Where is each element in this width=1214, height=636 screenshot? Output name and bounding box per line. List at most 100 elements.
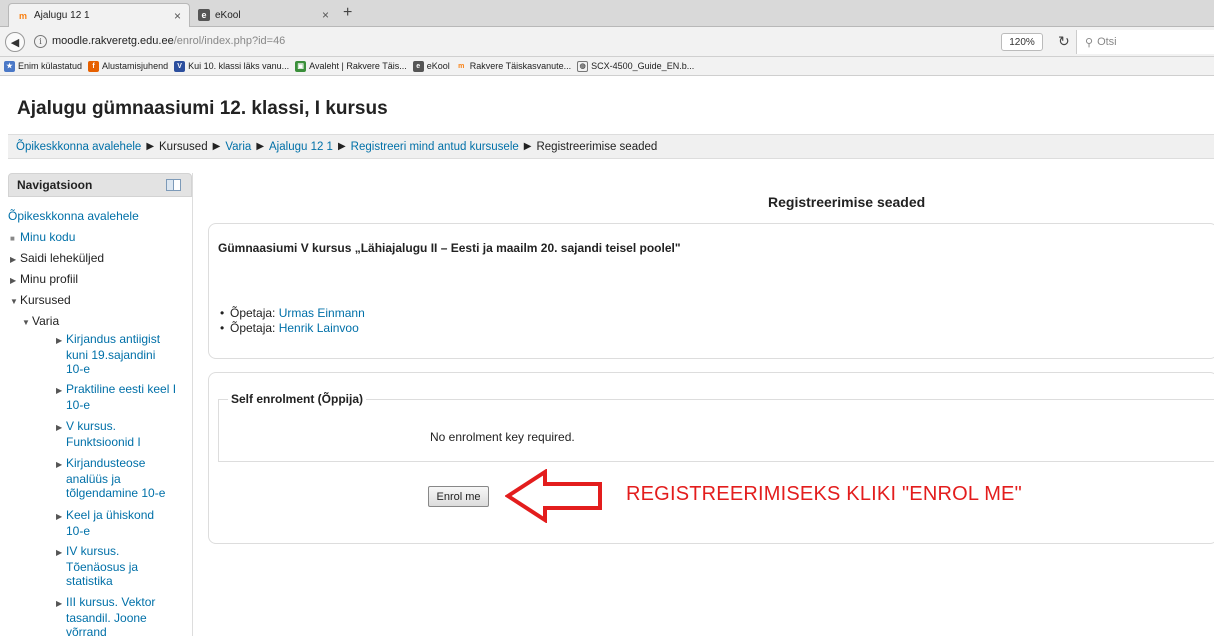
nav-line: 10-e: [66, 398, 91, 412]
close-icon[interactable]: ×: [174, 9, 181, 23]
nav-label: Kursused: [20, 293, 71, 307]
navigation-title: Navigatsioon: [17, 178, 93, 192]
annotation-text: REGISTREERIMISEKS KLIKI "ENROL ME": [626, 483, 1022, 505]
new-tab-button[interactable]: +: [343, 4, 352, 22]
nav-link[interactable]: Keel ja ühiskond 10-e: [56, 508, 154, 538]
bookmark-label: Enim külastatud: [18, 61, 83, 71]
browser-nav-bar: ◀ i moodle.rakveretg.edu.ee/enrol/index.…: [0, 27, 1214, 57]
breadcrumb-link[interactable]: Õpikeskkonna avalehele: [16, 141, 141, 153]
nav-link[interactable]: V kursus. Funktsioonid I: [56, 419, 141, 449]
ekool-icon: e: [412, 60, 424, 72]
bookmark-item[interactable]: V Kui 10. klassi läks vanu...: [174, 60, 289, 72]
breadcrumb-link[interactable]: Registreeri mind antud kursusele: [351, 141, 519, 153]
self-enrolment-legend: Self enrolment (Õppija): [228, 392, 367, 406]
nav-line: tõlgendamine 10-e: [66, 486, 166, 500]
teacher-role: Õpetaja:: [230, 321, 276, 335]
nav-item-home[interactable]: Õpikeskkonna avalehele: [8, 209, 139, 223]
bookmark-item[interactable]: ★ Enim külastatud: [4, 60, 83, 72]
nav-line: tasandil. Joone: [66, 611, 147, 625]
expand-icon: ▶: [10, 255, 17, 264]
tab-ekool[interactable]: e eKool ×: [190, 3, 337, 27]
expand-icon: ▶: [10, 276, 17, 285]
moodle-icon: m: [458, 62, 465, 70]
breadcrumb-link[interactable]: Varia: [225, 141, 251, 153]
collapse-icon: ▼: [10, 297, 18, 306]
bookmark-item[interactable]: e eKool: [412, 60, 450, 72]
nav-link[interactable]: Kirjandus antiigist kuni 19.sajandini 10-e: [56, 332, 160, 376]
navigation-block: Navigatsioon Õpikeskkonna avalehele ■ Min…: [8, 173, 193, 636]
moodle-icon: m: [18, 10, 27, 21]
breadcrumb-current: Registreerimise seaded: [536, 140, 658, 153]
nav-line: Kirjandusteose: [66, 456, 146, 470]
nav-line: kuni 19.sajandini: [66, 348, 156, 362]
expand-icon: ▶: [56, 512, 63, 521]
bookmark-item[interactable]: f Alustamisjuhend: [88, 60, 169, 72]
bookmark-item[interactable]: ◍ SCX-4500_Guide_EN.b...: [577, 60, 695, 72]
nav-line: Tõenäosus ja: [66, 560, 139, 574]
nav-line: 10-e: [66, 524, 91, 538]
bookmark-label: eKool: [426, 61, 450, 71]
nav-course-item[interactable]: ▶ Kirjandusteose analüüs ja tõlgendamine 10…: [56, 456, 165, 500]
teacher-item: • Õpetaja: Urmas Einmann: [220, 306, 365, 320]
nav-line: Kirjandus antiigist: [66, 332, 161, 346]
browser-tab-bar: m Ajalugu 12 1 × e eKool × +: [0, 0, 1214, 27]
url-host: moodle.rakveretg.edu.ee: [52, 35, 174, 47]
expand-icon: ▶: [56, 599, 63, 608]
nav-item-site-pages[interactable]: ▶ Saidi leheküljed: [10, 251, 104, 267]
nav-course-item[interactable]: ▶ IV kursus. Tõenäosus ja statistika: [56, 544, 138, 588]
dock-icon[interactable]: [166, 179, 181, 191]
annotation-arrow-icon: [505, 469, 602, 523]
breadcrumb-text: Kursused: [159, 140, 208, 153]
tab-ajalugu[interactable]: m Ajalugu 12 1 ×: [8, 3, 190, 27]
teacher-link[interactable]: Henrik Lainvoo: [279, 321, 359, 335]
nav-course-item[interactable]: ▶ V kursus. Funktsioonid I: [56, 419, 141, 449]
bookmark-item[interactable]: ▣ Avaleht | Rakvere Täis...: [295, 60, 407, 72]
bookmark-label: Rakvere Täiskasvanute...: [469, 61, 572, 71]
nav-link[interactable]: IV kursus. Tõenäosus ja statistika: [56, 544, 138, 588]
back-button[interactable]: ◀: [5, 32, 25, 52]
bookmark-label: SCX-4500_Guide_EN.b...: [591, 61, 695, 71]
bullet-icon: ■: [10, 234, 15, 243]
info-icon[interactable]: i: [34, 35, 47, 48]
breadcrumb-link[interactable]: Ajalugu 12 1: [269, 141, 333, 153]
nav-link[interactable]: Õpikeskkonna avalehele: [8, 209, 139, 223]
nav-label: Saidi leheküljed: [20, 251, 105, 265]
search-input[interactable]: ⚲ Otsi: [1076, 30, 1214, 54]
nav-item-courses[interactable]: ▼ Kursused: [10, 293, 71, 309]
nav-item-my-home[interactable]: ■ Minu kodu: [10, 230, 75, 246]
nav-link[interactable]: III kursus. Vektor tasandil. Joone võrrand: [56, 595, 155, 636]
zoom-level[interactable]: 120%: [1001, 33, 1043, 51]
tab-title: Ajalugu 12 1: [34, 10, 90, 21]
nav-link[interactable]: Kirjandusteose analüüs ja tõlgendamine 10-…: [56, 456, 165, 500]
bullet-icon: •: [220, 321, 225, 335]
nav-link[interactable]: Praktiline eesti keel I 10-e: [56, 382, 176, 412]
breadcrumb-separator-icon: ▶: [523, 141, 532, 152]
nav-course-item[interactable]: ▶ Praktiline eesti keel I 10-e: [56, 382, 176, 412]
nav-line: IV kursus.: [66, 544, 120, 558]
breadcrumb-separator-icon: ▶: [256, 141, 265, 152]
enrol-me-button[interactable]: Enrol me: [428, 486, 489, 507]
nav-item-varia[interactable]: ▼ Varia: [22, 314, 59, 330]
reload-icon[interactable]: ↻: [1058, 33, 1070, 50]
nav-link[interactable]: Minu kodu: [20, 230, 75, 244]
course-summary: Gümnaasiumi V kursus „Lähiajalugu II – E…: [218, 241, 681, 255]
close-icon[interactable]: ×: [322, 8, 329, 22]
bookmark-label: Alustamisjuhend: [102, 61, 169, 71]
nav-item-my-profile[interactable]: ▶ Minu profiil: [10, 272, 78, 288]
nav-course-item[interactable]: ▶ Kirjandus antiigist kuni 19.sajandini 10-…: [56, 332, 160, 376]
teacher-link[interactable]: Urmas Einmann: [279, 306, 365, 320]
nav-line: Keel ja ühiskond: [66, 508, 155, 522]
url-field[interactable]: moodle.rakveretg.edu.ee/enrol/index.php?…: [52, 35, 285, 47]
nav-line: Praktiline eesti keel I: [66, 382, 177, 396]
nav-line: III kursus. Vektor: [66, 595, 156, 609]
page-title: Ajalugu gümnaasiumi 12. klassi, I kursus: [17, 98, 388, 119]
nav-course-item[interactable]: ▶ Keel ja ühiskond 10-e: [56, 508, 154, 538]
expand-icon: ▶: [56, 548, 63, 557]
teacher-item: • Õpetaja: Henrik Lainvoo: [220, 321, 359, 335]
bookmark-item[interactable]: m Rakvere Täiskasvanute...: [456, 61, 571, 72]
bookmark-label: Avaleht | Rakvere Täis...: [309, 61, 407, 71]
search-icon: ⚲: [1085, 36, 1094, 49]
breadcrumb-separator-icon: ▶: [146, 141, 155, 152]
nav-course-item[interactable]: ▶ III kursus. Vektor tasandil. Joone võrran…: [56, 595, 155, 636]
breadcrumb: Õpikeskkonna avalehele ▶ Kursused ▶ Varia ▶…: [8, 134, 1214, 159]
